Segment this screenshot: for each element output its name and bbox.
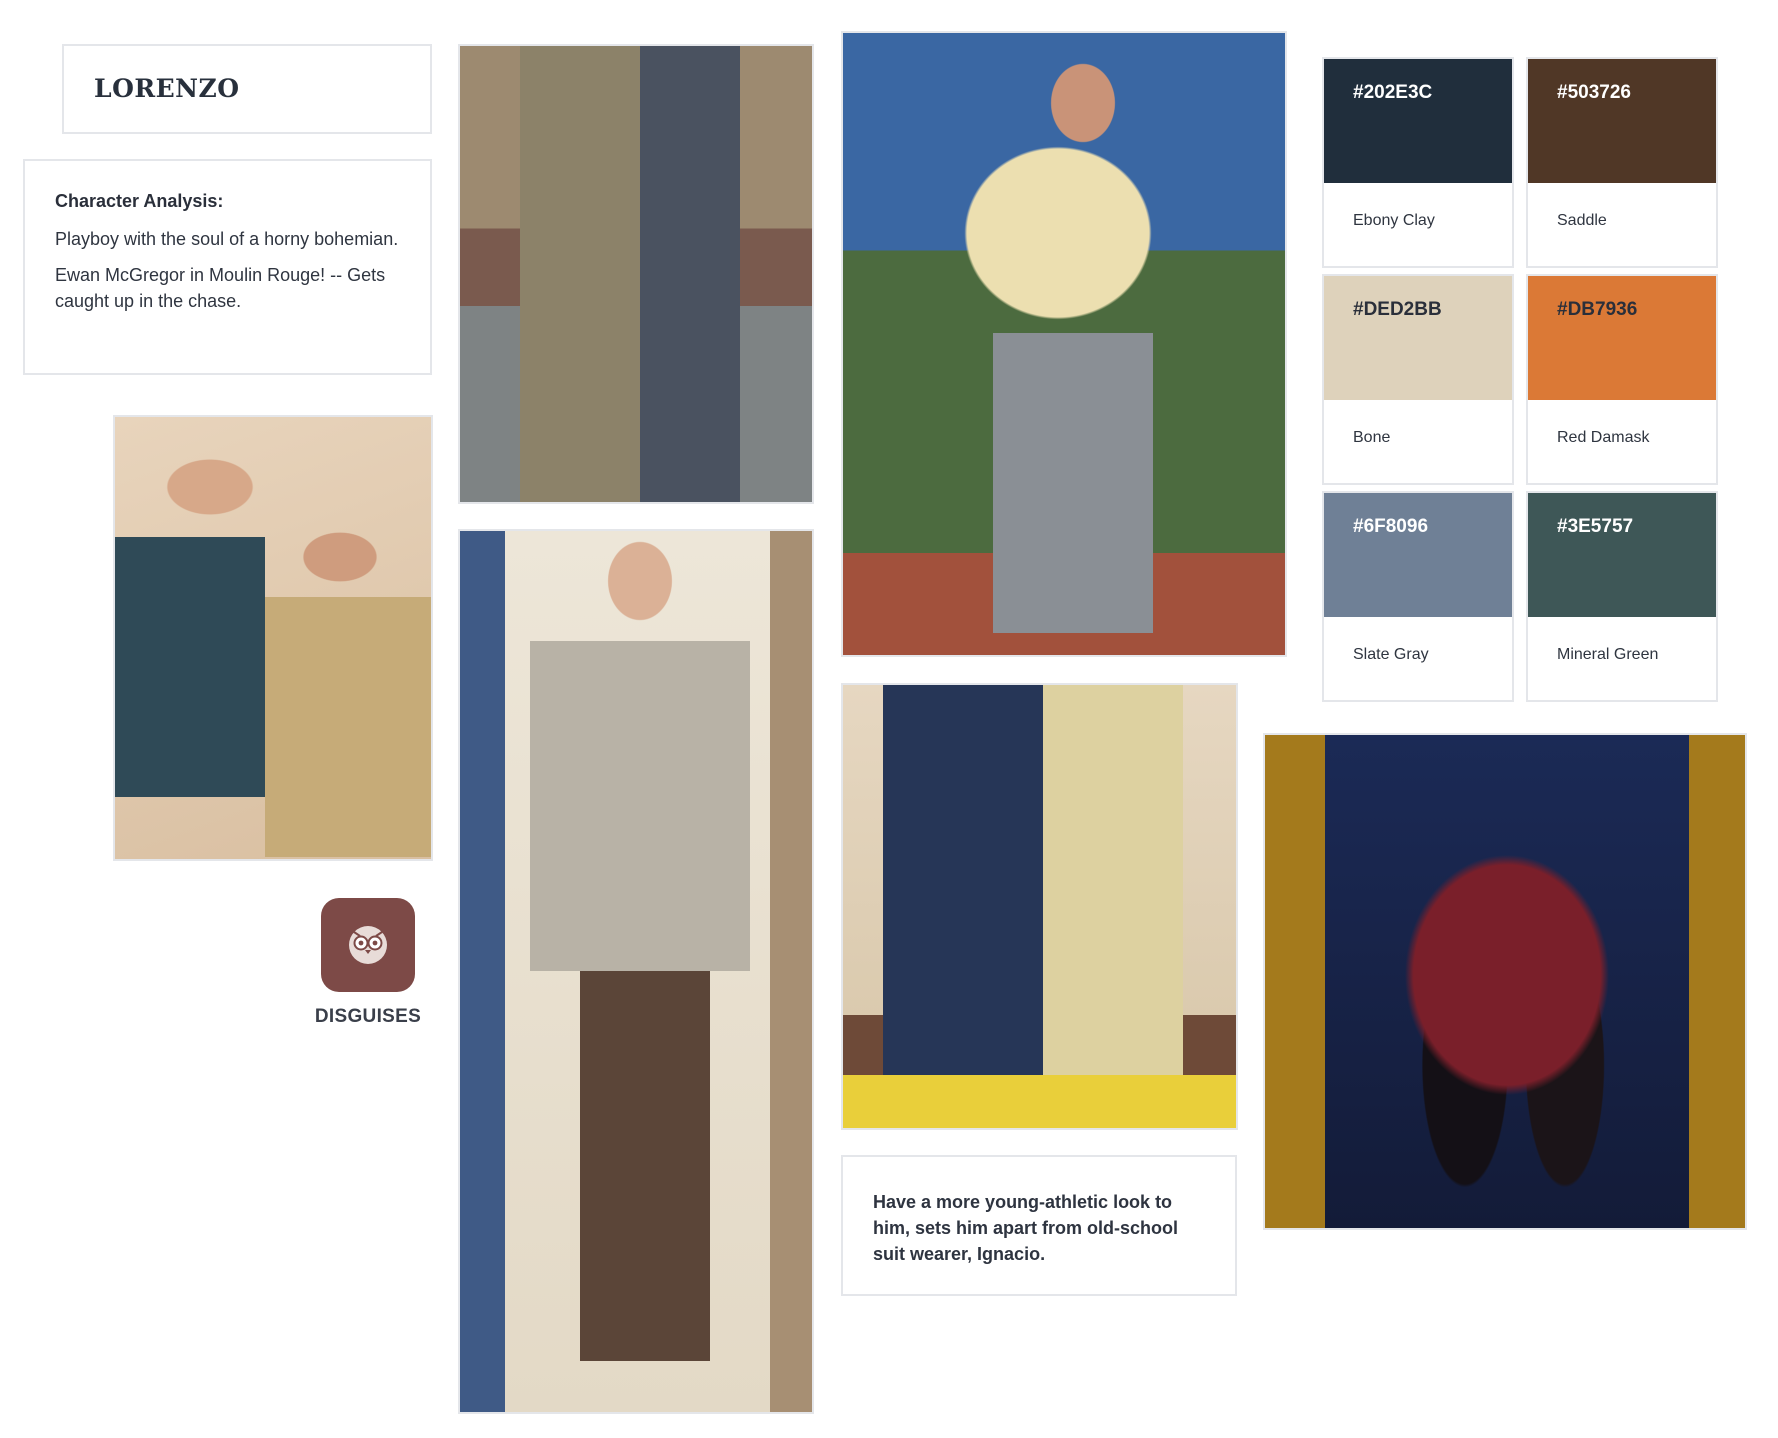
swatch-ebony-clay[interactable]: #202E3C Ebony Clay	[1322, 57, 1514, 268]
color-chip: #202E3C	[1324, 59, 1512, 183]
character-analysis-card[interactable]: Character Analysis: Playboy with the sou…	[23, 159, 432, 375]
color-chip: #DB7936	[1528, 276, 1716, 400]
hex-code: #DB7936	[1557, 299, 1638, 320]
analysis-heading: Character Analysis:	[55, 191, 224, 211]
note-card[interactable]: Have a more young-athletic look to him, …	[841, 1155, 1237, 1296]
hex-code: #503726	[1557, 82, 1631, 103]
color-name: Ebony Clay	[1353, 212, 1435, 229]
reference-image-illustrated-suit[interactable]	[458, 529, 814, 1414]
analysis-paragraph: Ewan McGregor in Moulin Rouge! -- Gets c…	[55, 265, 386, 311]
color-chip: #503726	[1528, 59, 1716, 183]
hex-code: #DED2BB	[1353, 299, 1442, 320]
swatch-saddle[interactable]: #503726 Saddle	[1526, 57, 1718, 268]
hex-code: #3E5757	[1557, 516, 1634, 537]
color-name: Saddle	[1557, 212, 1607, 229]
swatch-red-damask[interactable]: #DB7936 Red Damask	[1526, 274, 1718, 485]
reference-image-film-still[interactable]	[1263, 733, 1747, 1230]
color-chip: #3E5757	[1528, 493, 1716, 617]
title-card[interactable]: LORENZO	[62, 44, 432, 134]
hex-code: #202E3C	[1353, 82, 1433, 103]
color-name: Mineral Green	[1557, 646, 1659, 663]
reference-image-sweater-man[interactable]	[841, 31, 1287, 657]
reference-image-illustrated-jackets[interactable]	[113, 415, 433, 861]
color-chip: #6F8096	[1324, 493, 1512, 617]
hex-code: #6F8096	[1353, 516, 1429, 537]
character-title: LORENZO	[94, 74, 240, 103]
disguises-link[interactable]: DISGUISES	[315, 898, 421, 1028]
reference-image-catalog-ad[interactable]	[841, 683, 1238, 1130]
note-text: Have a more young-athletic look to him, …	[873, 1192, 1179, 1264]
color-chip: #DED2BB	[1324, 276, 1512, 400]
analysis-paragraph: Playboy with the soul of a horny bohemia…	[55, 229, 399, 249]
color-name: Red Damask	[1557, 429, 1650, 446]
swatch-bone[interactable]: #DED2BB Bone	[1322, 274, 1514, 485]
color-name: Bone	[1353, 429, 1391, 446]
reference-image-two-men-suits[interactable]	[458, 44, 814, 504]
disguises-label: DISGUISES	[314, 1006, 422, 1027]
swatch-slate-gray[interactable]: #6F8096 Slate Gray	[1322, 491, 1514, 702]
owl-icon	[321, 898, 415, 992]
swatch-mineral-green[interactable]: #3E5757 Mineral Green	[1526, 491, 1718, 702]
color-name: Slate Gray	[1353, 646, 1429, 663]
mood-board: LORENZO Character Analysis: Playboy with…	[0, 0, 1778, 1438]
